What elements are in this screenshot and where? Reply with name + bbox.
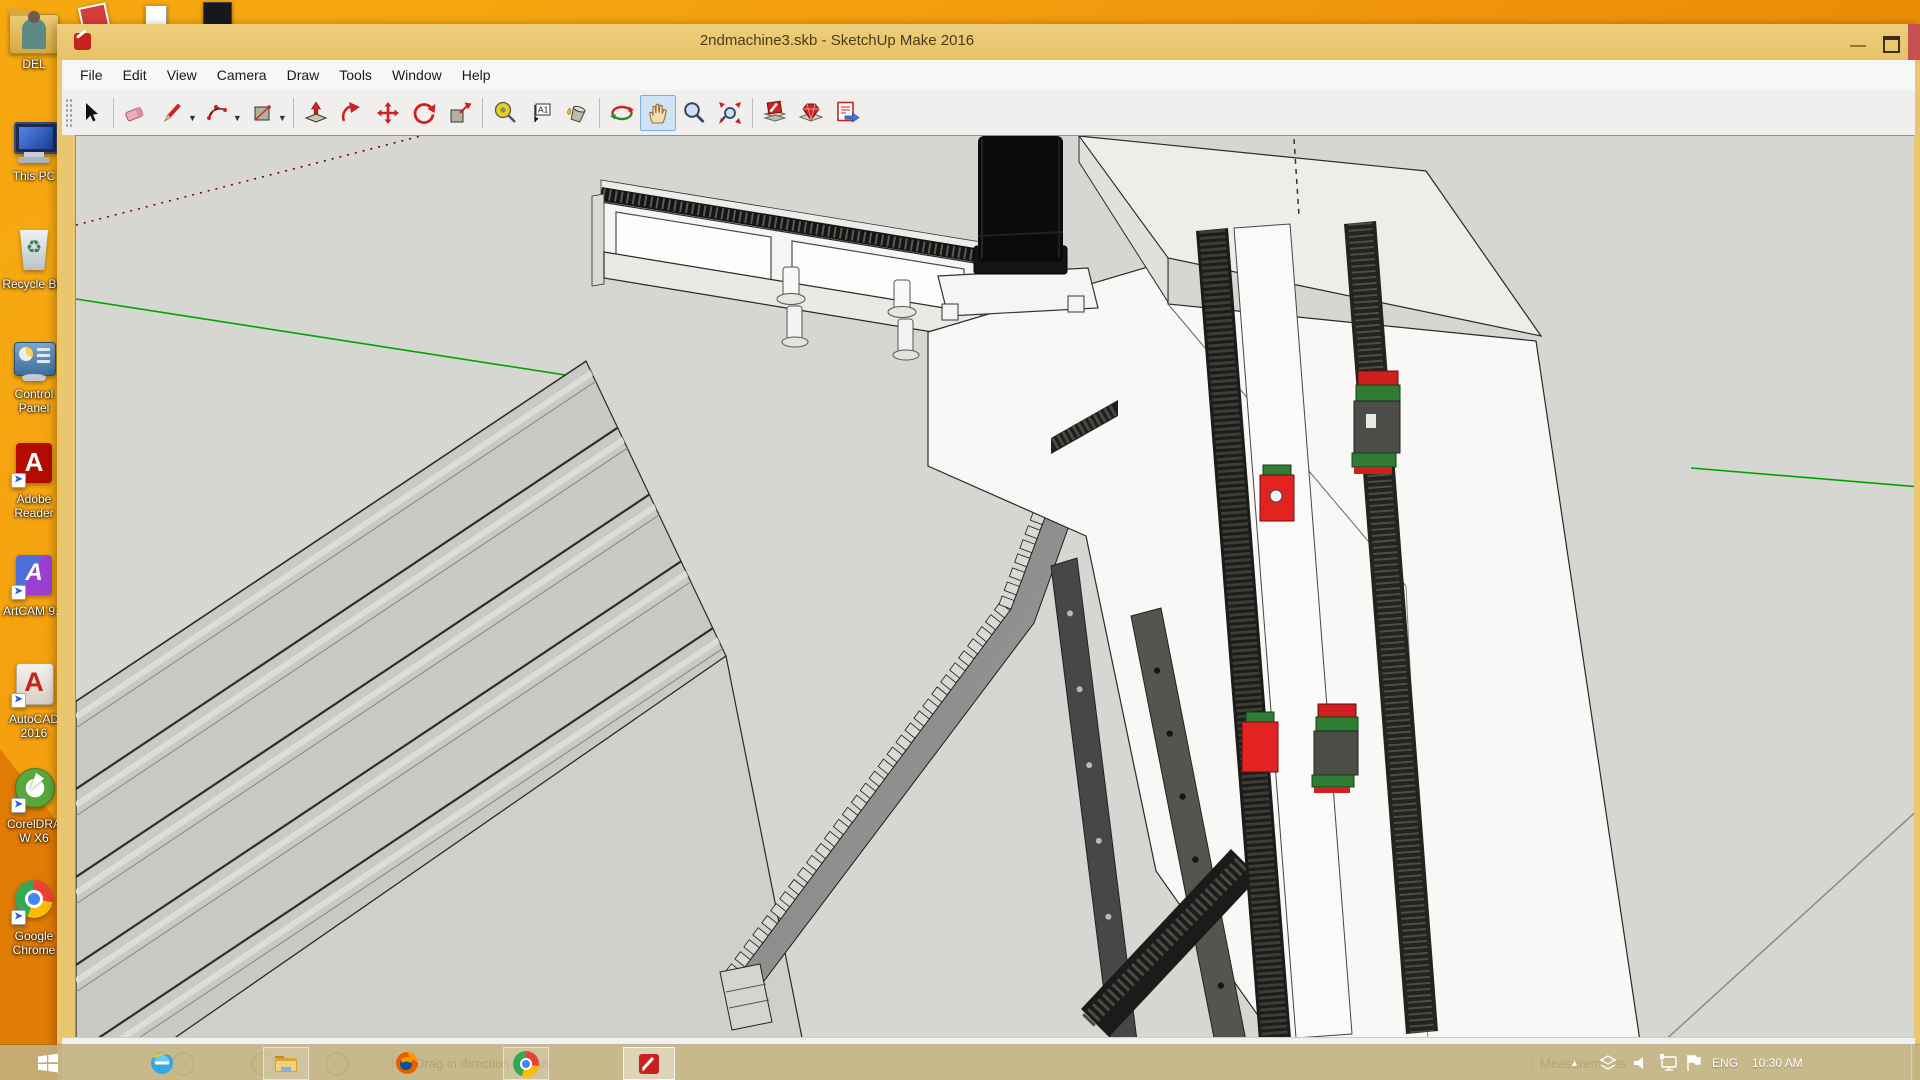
chrome-icon: ➤ bbox=[10, 878, 58, 926]
clock[interactable]: 10:30 AM bbox=[1752, 1045, 1803, 1080]
cnc-machine-model bbox=[76, 136, 1914, 1038]
viewport-3d[interactable] bbox=[75, 135, 1914, 1038]
pan-tool[interactable] bbox=[640, 95, 676, 131]
start-button[interactable] bbox=[26, 1047, 70, 1078]
menu-help[interactable]: Help bbox=[452, 67, 501, 83]
taskbar: ▲ ENG 10:30 AM bbox=[0, 1045, 1920, 1080]
menu-view[interactable]: View bbox=[157, 67, 207, 83]
menu-camera[interactable]: Camera bbox=[207, 67, 277, 83]
line-tool[interactable] bbox=[154, 95, 190, 131]
extension-warehouse[interactable] bbox=[793, 95, 829, 131]
toolbar-grip[interactable] bbox=[65, 98, 73, 128]
menu-bar: File Edit View Camera Draw Tools Window … bbox=[62, 60, 1915, 91]
follow-me-tool[interactable] bbox=[334, 95, 370, 131]
eraser-tool[interactable] bbox=[118, 95, 154, 131]
autocad-icon: A➤ bbox=[10, 661, 58, 709]
machine-bed bbox=[76, 234, 804, 1038]
taskbar-sketchup[interactable] bbox=[623, 1047, 675, 1080]
tape-measure-tool[interactable] bbox=[487, 95, 523, 131]
scale-tool[interactable] bbox=[442, 95, 478, 131]
title-bar[interactable]: 2ndmachine3.skb - SketchUp Make 2016 — bbox=[57, 24, 1920, 60]
3d-warehouse[interactable] bbox=[757, 95, 793, 131]
adobe-reader-icon: A➤ bbox=[10, 441, 58, 489]
menu-edit[interactable]: Edit bbox=[113, 67, 157, 83]
minimize-button[interactable]: — bbox=[1843, 24, 1873, 60]
push-pull-tool[interactable] bbox=[298, 95, 334, 131]
artcam-icon: A➤ bbox=[10, 553, 58, 601]
arc-tool[interactable] bbox=[199, 95, 235, 131]
volume-icon[interactable] bbox=[1632, 1045, 1650, 1080]
green-axis-left bbox=[76, 299, 591, 379]
shared-folder-icon bbox=[9, 14, 59, 54]
zoom-extents-tool[interactable] bbox=[712, 95, 748, 131]
computer-icon bbox=[10, 118, 58, 166]
menu-file[interactable]: File bbox=[70, 67, 113, 83]
move-tool[interactable] bbox=[370, 95, 406, 131]
menu-window[interactable]: Window bbox=[382, 67, 452, 83]
sketchup-window: 2ndmachine3.skb - SketchUp Make 2016 — F… bbox=[57, 24, 1920, 1080]
language-indicator[interactable]: ENG bbox=[1712, 1045, 1738, 1080]
coreldraw-icon: ➤ bbox=[10, 766, 58, 814]
desktop-shortcut-partial-photo[interactable] bbox=[203, 2, 232, 26]
close-button[interactable] bbox=[1908, 24, 1920, 60]
red-axis-dashed bbox=[76, 136, 421, 225]
menu-tools[interactable]: Tools bbox=[329, 67, 382, 83]
recycle-bin-icon: ♻ bbox=[10, 226, 58, 274]
toolbar: ▼ ▼ ▼ bbox=[62, 90, 1915, 136]
screen: DEL This PC ♻ Recycle Bin Control Panel … bbox=[0, 0, 1920, 1080]
dropbox-icon[interactable] bbox=[1598, 1045, 1618, 1080]
back-fence-assembly bbox=[592, 180, 981, 360]
paint-bucket-tool[interactable] bbox=[559, 95, 595, 131]
control-panel-icon bbox=[10, 336, 58, 384]
maximize-button[interactable] bbox=[1875, 24, 1905, 60]
taskbar-internet-explorer[interactable] bbox=[140, 1047, 184, 1078]
tray-show-hidden[interactable]: ▲ bbox=[1570, 1045, 1579, 1080]
taskbar-file-explorer[interactable] bbox=[263, 1047, 309, 1080]
desktop-shortcut-partial-document[interactable] bbox=[145, 5, 167, 26]
zoom-tool[interactable] bbox=[676, 95, 712, 131]
taskbar-chrome[interactable] bbox=[503, 1047, 549, 1080]
menu-draw[interactable]: Draw bbox=[277, 67, 330, 83]
rotate-tool[interactable] bbox=[406, 95, 442, 131]
window-title: 2ndmachine3.skb - SketchUp Make 2016 bbox=[57, 32, 1617, 49]
taskbar-firefox[interactable] bbox=[385, 1047, 429, 1078]
green-axis-right bbox=[1691, 468, 1914, 487]
send-to-layout[interactable] bbox=[829, 95, 865, 131]
network-icon[interactable] bbox=[1658, 1045, 1680, 1080]
orbit-tool[interactable] bbox=[604, 95, 640, 131]
svg-text:A1: A1 bbox=[538, 104, 549, 114]
rectangle-tool[interactable] bbox=[244, 95, 280, 131]
action-center-flag-icon[interactable] bbox=[1684, 1045, 1704, 1080]
text-tool[interactable]: A1 bbox=[523, 95, 559, 131]
select-tool[interactable] bbox=[73, 95, 109, 131]
stepper-motor bbox=[938, 136, 1098, 320]
show-desktop-button[interactable] bbox=[1911, 1045, 1920, 1080]
